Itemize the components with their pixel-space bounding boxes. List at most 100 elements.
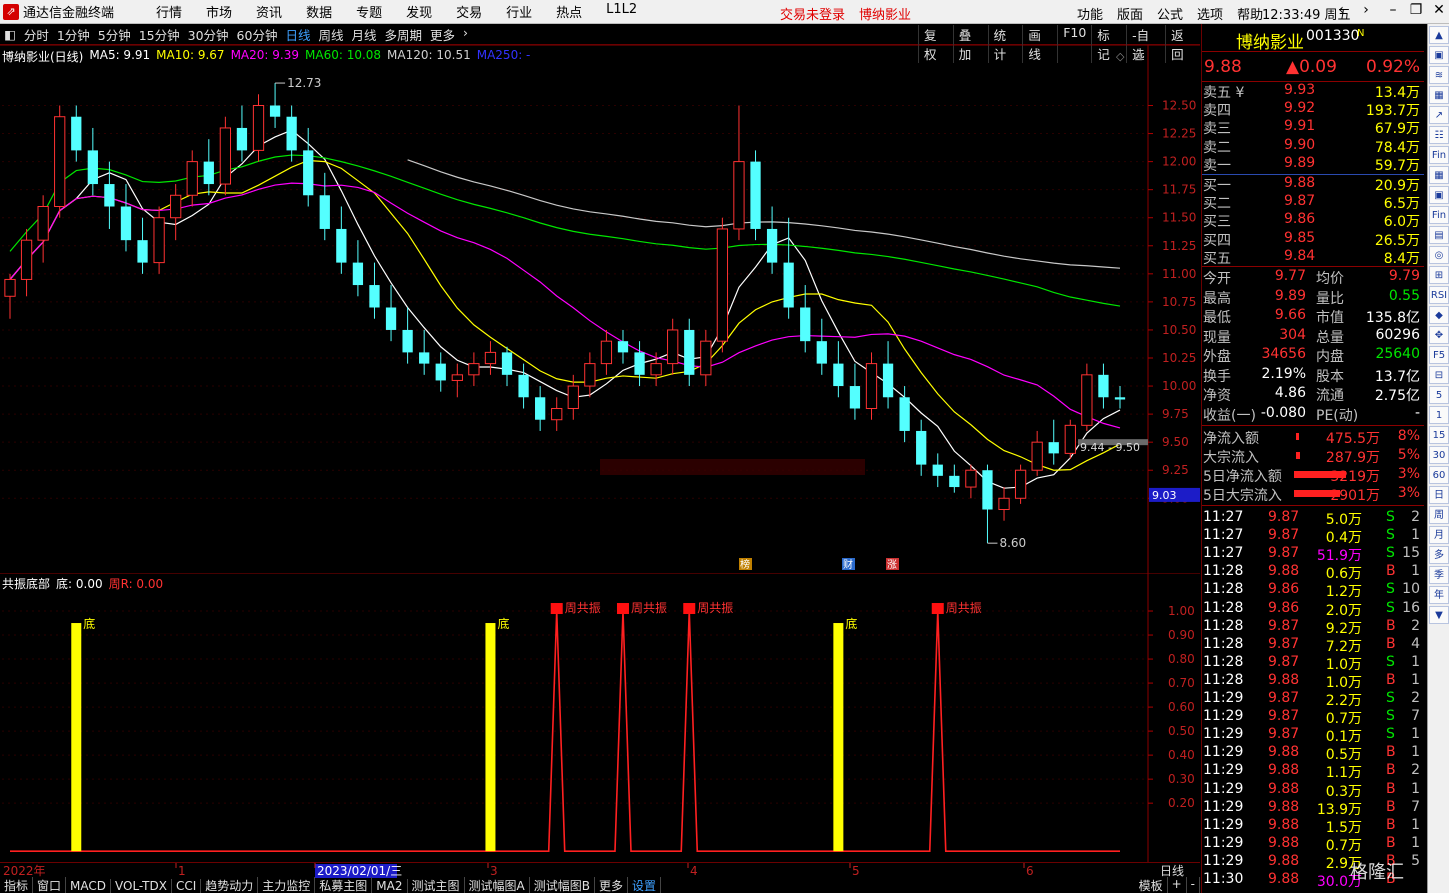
indicator-tab-12[interactable]: 更多 (595, 877, 628, 893)
tick-time: 11:27 (1203, 527, 1244, 544)
sidebar-tool-10[interactable]: ▤ (1429, 226, 1449, 244)
period-2[interactable]: 5分钟 (94, 25, 135, 44)
indicator-tab-8[interactable]: MA2 (372, 878, 408, 893)
period-7[interactable]: 周线 (314, 25, 347, 44)
diamond-icon[interactable]: ◇ (1116, 50, 1125, 63)
candle (286, 105, 297, 162)
sidebar-tool-24[interactable]: 周 (1429, 506, 1449, 524)
period-3[interactable]: 15分钟 (135, 25, 184, 44)
right-menu-1[interactable]: 版面 (1110, 4, 1150, 23)
sidebar-tool-26[interactable]: 多 (1429, 546, 1449, 564)
buy-level-label: 买三 (1203, 214, 1231, 231)
sidebar-tool-4[interactable]: ↗ (1429, 106, 1449, 124)
sidebar-tool-9[interactable]: Fin (1429, 206, 1449, 224)
period-6[interactable]: 日线 (281, 25, 314, 44)
tick-price: 9.86 (1268, 581, 1300, 598)
sidebar-tool-16[interactable]: F5 (1429, 346, 1449, 364)
sidebar-tool-15[interactable]: ✥ (1429, 326, 1449, 344)
menu-7[interactable]: 行业 (494, 2, 544, 21)
sidebar-tool-25[interactable]: 月 (1429, 526, 1449, 544)
window-close-icon[interactable]: ⊠ (1134, 50, 1143, 63)
right-menu-0[interactable]: 功能 (1070, 4, 1110, 23)
sidebar-tool-7[interactable]: ▦ (1429, 166, 1449, 184)
sidebar-tool-23[interactable]: 日 (1429, 486, 1449, 504)
menu-4[interactable]: 专题 (344, 2, 394, 21)
period-9[interactable]: 多周期 (381, 25, 427, 44)
right-toolbar: ▲ ▣ ≋ ▦ ↗ ☷ Fin ▦ ▣ Fin ▤ ◎ ⊞ RSI ◆ ✥ F5 ⊟ 5 1 15 30 60 日周月多季年 ▼ (1427, 24, 1449, 893)
sidebar-tool-17[interactable]: ⊟ (1429, 366, 1449, 384)
period-10[interactable]: 更多 (426, 25, 459, 44)
order-book-sell: 卖二 9.90 78.4万 (1202, 137, 1424, 156)
menu-6[interactable]: 交易 (444, 2, 494, 21)
candle-body-up (4, 278, 16, 297)
menu-9[interactable]: L1L2 (594, 2, 649, 21)
maximize-icon[interactable]: ❐ (1405, 2, 1427, 18)
sidebar-tool-8[interactable]: ▣ (1429, 186, 1449, 204)
sidebar-tool-12[interactable]: ⊞ (1429, 266, 1449, 284)
sidebar-tool-2[interactable]: ≋ (1429, 66, 1449, 84)
indicator-tab-3[interactable]: VOL-TDX (111, 878, 172, 893)
period-4[interactable]: 30分钟 (184, 25, 233, 44)
indicator-tab-10[interactable]: 测试幅图A (465, 877, 530, 893)
indicator-tab-7[interactable]: 私募主图 (315, 877, 373, 893)
close-icon[interactable]: ✕ (1428, 2, 1449, 18)
indicator-chart[interactable]: 1.00 0.90 0.80 0.70 0.60 0.50 0.40 0.30 0.20 周共振 周… (0, 573, 1200, 863)
more-chevron-icon[interactable]: › (459, 25, 472, 44)
period-0[interactable]: 分时 (20, 25, 53, 44)
period-1[interactable]: 1分钟 (53, 25, 94, 44)
template-control-1[interactable]: + (1168, 877, 1187, 893)
forward-icon[interactable]: › (1355, 2, 1377, 18)
sidebar-tool-14[interactable]: ◆ (1429, 306, 1449, 324)
period-8[interactable]: 月线 (347, 25, 380, 44)
right-menu-3[interactable]: 选项 (1190, 4, 1230, 23)
menu-2[interactable]: 资讯 (244, 2, 294, 21)
ma120-label: MA120: 10.51 (387, 48, 471, 62)
sidebar-tool-20[interactable]: 15 (1429, 426, 1449, 444)
indicator-tab-5[interactable]: 趋势动力 (201, 877, 259, 893)
sidebar-tool-6[interactable]: Fin (1429, 146, 1449, 164)
template-control-0[interactable]: 模板 (1135, 877, 1168, 893)
candle (319, 172, 330, 241)
indicator-tab-4[interactable]: CCI (172, 878, 202, 893)
quote-stat-row: 换手 2.19% 股本 13.7亿 (1202, 366, 1424, 385)
period-5[interactable]: 60分钟 (233, 25, 282, 44)
period-toggle-icon[interactable]: ◧ (0, 27, 20, 42)
sidebar-tool-28[interactable]: 年 (1429, 586, 1449, 604)
minimize-icon[interactable]: – (1382, 2, 1404, 18)
tick-price: 9.88 (1268, 563, 1300, 580)
sidebar-tool-18[interactable]: 5 (1429, 386, 1449, 404)
menu-8[interactable]: 热点 (544, 2, 594, 21)
indicator-tab-13[interactable]: 设置 (628, 877, 661, 893)
indicator-tab-0[interactable]: 指标 (0, 877, 34, 893)
sidebar-tool-22[interactable]: 60 (1429, 466, 1449, 484)
indicator-tab-1[interactable]: 窗口 (33, 877, 67, 893)
sidebar-tool-1[interactable]: ▣ (1429, 46, 1449, 64)
menu-5[interactable]: 发现 (394, 2, 444, 21)
sidebar-tool-19[interactable]: 1 (1429, 406, 1449, 424)
sidebar-tool-27[interactable]: 季 (1429, 566, 1449, 584)
back-icon[interactable]: ‹ (1330, 2, 1352, 18)
sidebar-tool-29[interactable]: ▼ (1429, 606, 1449, 624)
indicator-tab-2[interactable]: MACD (66, 878, 112, 893)
menu-1[interactable]: 市场 (194, 2, 244, 21)
menu-0[interactable]: 行情 (144, 2, 194, 21)
login-status[interactable]: 交易未登录 (780, 4, 845, 23)
bottom-signal-label: 底 (497, 616, 509, 631)
template-control-2[interactable]: - (1187, 877, 1200, 893)
buy-level-label: 买四 (1203, 232, 1231, 249)
indicator-tab-11[interactable]: 测试幅图B (530, 877, 595, 893)
indicator-tab-9[interactable]: 测试主图 (408, 877, 465, 893)
sidebar-tool-5[interactable]: ☷ (1429, 126, 1449, 144)
kline-chart[interactable]: 12.50 12.25 12.00 11.75 11.50 11.25 11.00 10.75… (0, 45, 1200, 573)
right-menu-2[interactable]: 公式 (1150, 4, 1190, 23)
sidebar-tool-0[interactable]: ▲ (1429, 26, 1449, 44)
sidebar-tool-13[interactable]: RSI (1429, 286, 1449, 304)
sidebar-tool-21[interactable]: 30 (1429, 446, 1449, 464)
candle (435, 352, 446, 392)
indicator-tab-6[interactable]: 主力监控 (258, 877, 316, 893)
menu-3[interactable]: 数据 (294, 2, 344, 21)
sidebar-tool-3[interactable]: ▦ (1429, 86, 1449, 104)
sidebar-tool-11[interactable]: ◎ (1429, 246, 1449, 264)
tick-side: S (1386, 726, 1395, 743)
indicator-tick-label: 0.50 (1168, 724, 1195, 738)
